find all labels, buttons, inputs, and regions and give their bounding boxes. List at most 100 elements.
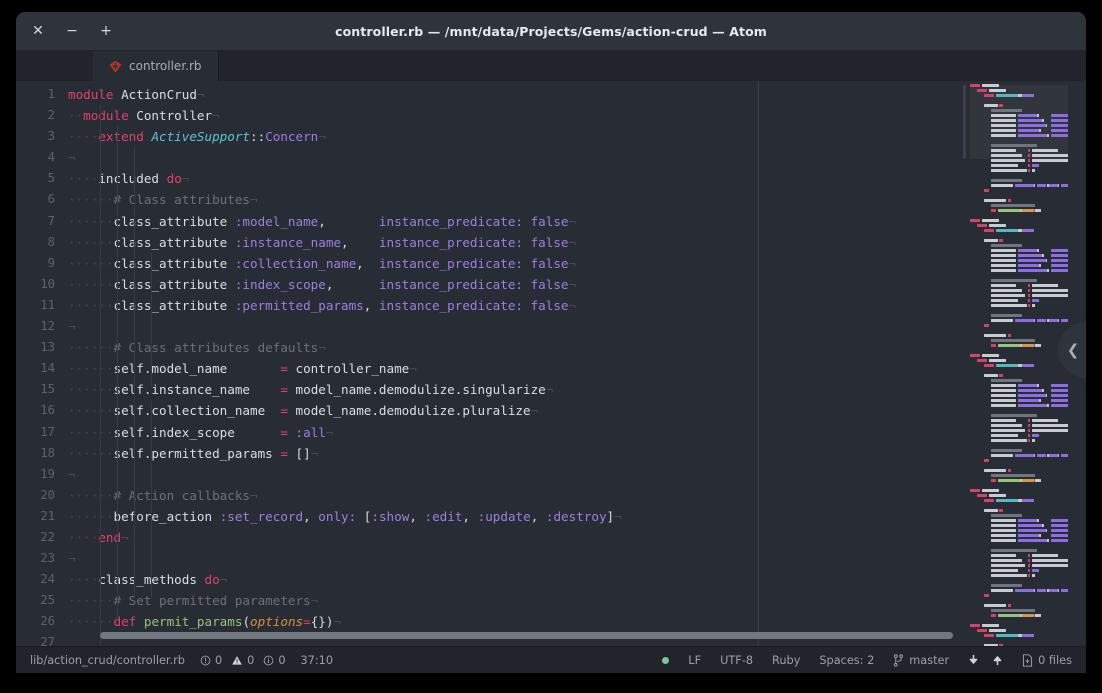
indent-guide bbox=[100, 105, 101, 646]
tab-bar-empty-area bbox=[218, 51, 1086, 81]
code-line: 23 ¬ bbox=[16, 548, 622, 569]
minimize-button[interactable]: − bbox=[55, 16, 89, 46]
info-count[interactable]: 0 bbox=[263, 654, 286, 667]
line-number: 12 bbox=[40, 319, 55, 334]
code-line: 5 ····included do¬ bbox=[16, 168, 622, 189]
changed-files-label: 0 files bbox=[1038, 653, 1072, 667]
encoding-selector[interactable]: UTF-8 bbox=[720, 654, 753, 667]
tab-controller-rb[interactable]: controller.rb bbox=[93, 51, 219, 81]
code-line: 10 ······class_attribute :index_scope, in… bbox=[16, 274, 622, 295]
error-count[interactable]: 0 bbox=[200, 654, 222, 667]
line-content[interactable]: ··module Controller¬ bbox=[68, 105, 622, 126]
line-ending-selector[interactable]: LF bbox=[688, 654, 701, 667]
code-line: 1 module ActionCrud¬ bbox=[16, 84, 622, 105]
code-line: 4 ¬ bbox=[16, 147, 622, 168]
line-content[interactable]: ····extend ActiveSupport::Concern¬ bbox=[68, 126, 622, 147]
line-number: 21 bbox=[40, 508, 55, 523]
git-branch-label: master bbox=[909, 653, 950, 667]
line-number: 20 bbox=[40, 487, 55, 502]
ruby-gem-icon bbox=[109, 60, 122, 73]
status-file-path[interactable]: lib/action_crud/controller.rb bbox=[30, 654, 185, 667]
line-number: 10 bbox=[40, 276, 55, 291]
status-bar-right: LF UTF-8 Ruby Spaces: 2 master 0 files bbox=[662, 654, 1072, 667]
code-lines: 1 module ActionCrud¬ 2 ··module Controller¬… bbox=[16, 84, 622, 646]
code-line: 7 ······class_attribute :model_name, inst… bbox=[16, 211, 622, 232]
minimap[interactable] bbox=[960, 81, 1068, 646]
live-status-dot bbox=[662, 656, 670, 664]
title-bar: ✕ − + controller.rb — /mnt/data/Projects… bbox=[16, 12, 1086, 51]
cursor-position[interactable]: 37:10 bbox=[301, 654, 334, 667]
horizontal-scrollbar[interactable] bbox=[100, 632, 953, 639]
line-number: 18 bbox=[40, 445, 55, 460]
line-number: 24 bbox=[40, 572, 55, 587]
diagnostics-group[interactable]: 0 0 0 bbox=[200, 654, 286, 667]
tab-bar-spacer bbox=[16, 51, 93, 81]
code-line: 11 ······class_attribute :permitted_param… bbox=[16, 295, 622, 316]
line-number: 7 bbox=[47, 213, 55, 228]
line-content[interactable]: ····included do¬ bbox=[68, 168, 622, 189]
close-button[interactable]: ✕ bbox=[21, 16, 55, 46]
line-number: 1 bbox=[47, 87, 55, 101]
line-number: 17 bbox=[40, 424, 55, 439]
maximize-button[interactable]: + bbox=[89, 16, 123, 46]
error-count-value: 0 bbox=[214, 653, 223, 667]
code-line: 3 ····extend ActiveSupport::Concern¬ bbox=[16, 126, 622, 147]
code-line: 14 ······self.model_name = controller_nam… bbox=[16, 358, 622, 379]
status-bar: lib/action_crud/controller.rb 0 0 0 37:1… bbox=[16, 646, 1086, 673]
line-number: 11 bbox=[40, 297, 55, 312]
warning-count-value: 0 bbox=[247, 653, 255, 667]
line-number: 8 bbox=[47, 234, 55, 249]
line-number: 9 bbox=[47, 255, 55, 270]
line-content[interactable]: ······# Class attributes¬ bbox=[68, 189, 622, 210]
line-number: 14 bbox=[40, 361, 55, 376]
code-line: 24 ····class_methods do¬ bbox=[16, 569, 622, 590]
grammar-selector[interactable]: Ruby bbox=[772, 654, 800, 667]
line-number: 15 bbox=[40, 382, 55, 397]
error-circle-icon bbox=[200, 655, 211, 666]
line-content[interactable]: ······def permit_params(options={})¬ bbox=[68, 611, 622, 632]
code-line: 20 ······# Action callbacks¬ bbox=[16, 485, 622, 506]
indent-guide bbox=[117, 126, 118, 620]
warning-count[interactable]: 0 bbox=[231, 654, 254, 667]
window-controls: ✕ − + bbox=[21, 16, 123, 46]
code-line: 26 ······def permit_params(options={})¬ bbox=[16, 611, 622, 632]
tab-bar: controller.rb bbox=[16, 51, 1086, 81]
line-number: 4 bbox=[47, 150, 55, 165]
warning-triangle-icon bbox=[231, 655, 243, 666]
window-title: controller.rb — /mnt/data/Projects/Gems/… bbox=[335, 23, 767, 39]
indentation-selector[interactable]: Spaces: 2 bbox=[819, 654, 874, 667]
info-circle-icon bbox=[263, 655, 274, 666]
code-line: 13 ······# Class attributes defaults¬ bbox=[16, 337, 622, 358]
line-number: 3 bbox=[47, 129, 55, 144]
code-line: 21 ······before_action :set_record, only:… bbox=[16, 506, 621, 527]
line-number: 16 bbox=[40, 403, 55, 418]
code-line: 8 ······class_attribute :instance_name, i… bbox=[16, 232, 622, 253]
line-content[interactable]: ······class_attribute :model_name, insta… bbox=[68, 211, 622, 232]
code-line: 18 ······self.permitted_params = []¬ bbox=[16, 443, 622, 464]
changed-files[interactable]: 0 files bbox=[1022, 654, 1072, 667]
minimap-fold-bar bbox=[963, 85, 966, 159]
code-line: 6 ······# Class attributes¬ bbox=[16, 189, 622, 210]
status-bar-left: lib/action_crud/controller.rb 0 0 0 37:1… bbox=[30, 654, 333, 667]
code-line: 12 ¬ bbox=[16, 316, 622, 337]
line-number: 26 bbox=[40, 614, 55, 629]
code-scroll-area[interactable]: 1 module ActionCrud¬ 2 ··module Controller¬… bbox=[16, 81, 960, 646]
git-pull-push[interactable] bbox=[968, 654, 1003, 666]
line-content[interactable]: ······class_attribute :instance_name, in… bbox=[68, 232, 622, 253]
line-number: 22 bbox=[40, 529, 55, 544]
indent-guide bbox=[134, 147, 135, 599]
line-number: 27 bbox=[40, 635, 55, 646]
git-branch-icon bbox=[893, 653, 904, 667]
tab-label: controller.rb bbox=[129, 59, 202, 73]
line-number: 25 bbox=[40, 593, 55, 608]
line-content[interactable]: module ActionCrud¬ bbox=[68, 84, 622, 105]
minimap-content bbox=[970, 83, 1068, 646]
line-number: 19 bbox=[40, 466, 55, 481]
chevron-left-icon: ❮ bbox=[1066, 340, 1080, 359]
code-line: 17 ······self.index_scope = :all¬ bbox=[16, 422, 622, 443]
line-number: 13 bbox=[40, 340, 55, 355]
git-branch[interactable]: master bbox=[893, 654, 949, 667]
code-line: 15 ······self.instance_name = model_name.… bbox=[16, 379, 622, 400]
atom-window: ✕ − + controller.rb — /mnt/data/Projects… bbox=[16, 12, 1086, 673]
line-content[interactable]: ¬ bbox=[68, 147, 622, 168]
